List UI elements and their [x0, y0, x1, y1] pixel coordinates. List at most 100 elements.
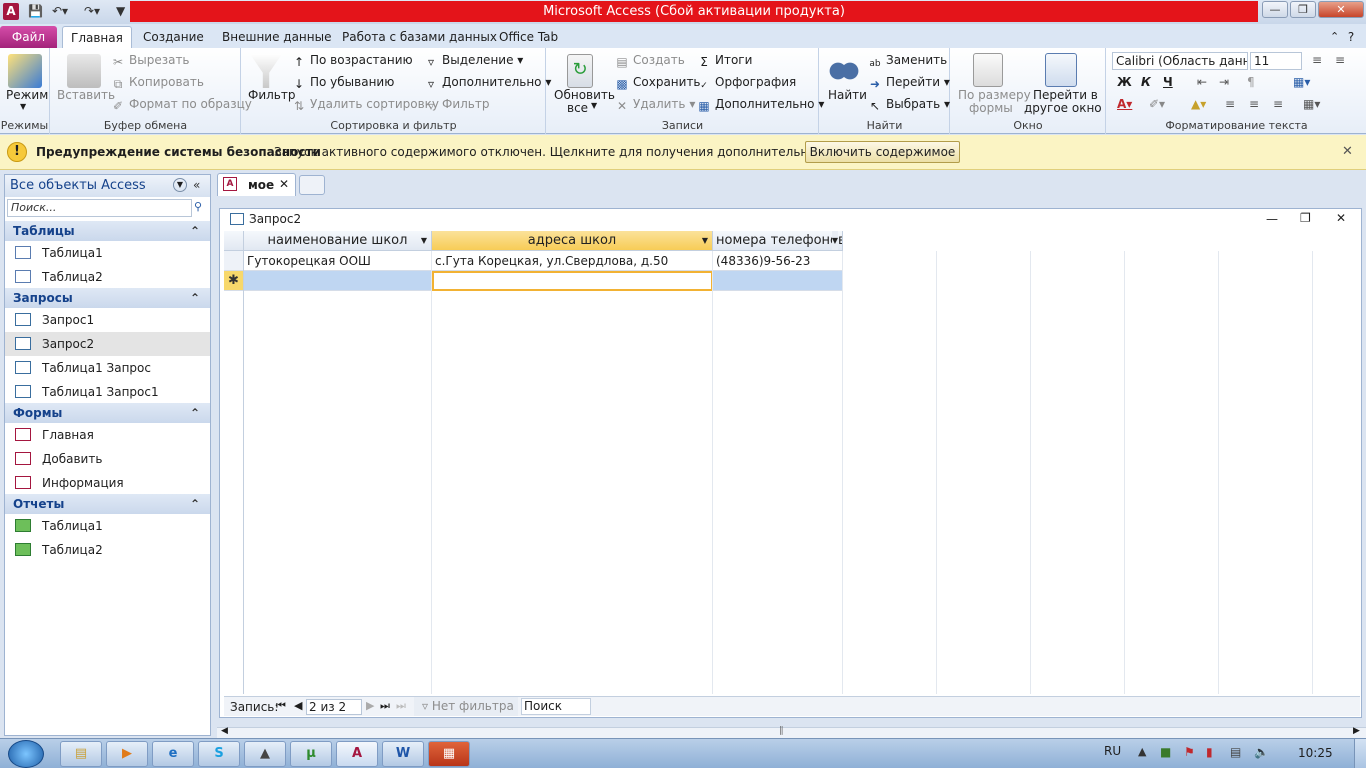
nav-item-table1-query[interactable]: Таблица1 Запрос — [5, 356, 210, 380]
clock[interactable]: 10:25 — [1298, 746, 1333, 760]
fit-form-label2[interactable]: формы — [969, 101, 1013, 115]
paste-button[interactable]: Вставить — [57, 88, 115, 102]
nav-collapse-icon[interactable]: « — [193, 178, 200, 192]
new-tab-icon[interactable] — [299, 175, 325, 195]
find-button[interactable]: Найти — [828, 88, 867, 102]
remove-sort-button[interactable]: ⇅ Удалить сортировку — [292, 97, 439, 113]
font-color-icon[interactable]: A▾ — [1117, 97, 1132, 111]
close-button[interactable]: ✕ — [1318, 1, 1364, 18]
increase-indent-icon[interactable]: ⇥ — [1219, 75, 1229, 89]
refresh-dropdown-icon[interactable]: ▼ — [591, 101, 597, 110]
copy-button[interactable]: ⧉ Копировать — [111, 75, 204, 91]
media-player-icon[interactable]: ▶ — [106, 741, 148, 767]
nav-item-query1[interactable]: Запрос1 — [5, 308, 210, 332]
nav-item-report2[interactable]: Таблица2 — [5, 538, 210, 562]
gridlines-icon[interactable]: ▦▾ — [1293, 75, 1310, 89]
refresh-all-label[interactable]: все — [567, 101, 588, 115]
record-search-input[interactable]: Поиск — [521, 698, 591, 715]
selection-button[interactable]: ▿ Выделение ▾ — [424, 53, 523, 69]
cell-school-address[interactable]: с.Гута Корецкая, ул.Свердлова, д.50 — [432, 251, 713, 271]
undo-icon[interactable]: ↶▾ — [52, 3, 68, 20]
totals-button[interactable]: Σ Итоги — [697, 53, 752, 69]
query-close-button[interactable]: ✕ — [1336, 211, 1346, 225]
filter-button[interactable]: Фильтр — [248, 88, 295, 102]
tray-app-icon[interactable]: ■ — [1160, 745, 1171, 759]
filter-status[interactable]: ▿ Нет фильтра — [414, 697, 518, 716]
nav-item-query2[interactable]: Запрос2 — [5, 332, 210, 356]
alternate-row-color-icon[interactable]: ▦▾ — [1303, 97, 1320, 111]
decrease-indent-icon[interactable]: ⇤ — [1197, 75, 1207, 89]
doc-tab[interactable]: A мое ✕ — [217, 173, 296, 196]
save-record-button[interactable]: ▩ Сохранить — [615, 75, 700, 91]
access-taskbar-icon[interactable]: A — [336, 741, 378, 767]
query-restore-button[interactable]: ❐ — [1300, 211, 1311, 225]
more-records-button[interactable]: ▦ Дополнительно ▾ — [697, 97, 824, 113]
select-button[interactable]: ↖ Выбрать ▾ — [868, 97, 950, 113]
nav-item-table2[interactable]: Таблица2 — [5, 265, 210, 289]
redo-icon[interactable]: ↷▾ — [84, 3, 100, 20]
column-header-phone[interactable]: номера телефонов ▼ — [713, 231, 843, 251]
format-painter-button[interactable]: ✐ Формат по образцу — [111, 97, 252, 113]
nav-group-reports[interactable]: Отчеты ⌃ — [5, 494, 210, 514]
word-icon[interactable]: W — [382, 741, 424, 767]
nav-item-form-add[interactable]: Добавить — [5, 447, 210, 471]
nav-item-table1-query1[interactable]: Таблица1 Запрос1 — [5, 380, 210, 404]
toggle-filter-button[interactable]: ▿ Фильтр — [424, 97, 490, 113]
nav-item-report1[interactable]: Таблица1 — [5, 514, 210, 538]
nav-menu-chevron-icon[interactable]: ▼ — [173, 178, 187, 192]
tray-flag-icon[interactable]: ⚑ — [1184, 745, 1195, 759]
new-row-cell-name[interactable] — [244, 271, 432, 291]
scroll-right-icon[interactable]: ▶ — [1353, 726, 1360, 736]
new-row-cell-phone[interactable] — [713, 271, 843, 291]
search-icon[interactable]: ⚲ — [194, 200, 202, 213]
column-dropdown-icon[interactable]: ▼ — [702, 231, 708, 250]
paragraph-icon[interactable]: ¶ — [1247, 75, 1255, 89]
close-warning-icon[interactable]: ✕ — [1342, 144, 1353, 159]
nav-search-input[interactable]: Поиск... — [7, 199, 192, 217]
help-icon[interactable]: ? — [1340, 26, 1362, 48]
row-selector[interactable] — [224, 251, 244, 271]
tab-external-data[interactable]: Внешние данные — [214, 26, 339, 48]
show-desktop-button[interactable] — [1354, 739, 1366, 768]
font-name-select[interactable]: Calibri (Область данных) — [1112, 52, 1248, 70]
first-record-icon[interactable]: ⏮ — [276, 699, 286, 713]
font-size-select[interactable]: 11 — [1250, 52, 1302, 70]
nav-group-tables[interactable]: Таблицы ⌃ — [5, 221, 210, 241]
new-record-star-icon[interactable]: ✱ — [224, 271, 244, 291]
query-minimize-button[interactable]: — — [1266, 212, 1278, 226]
switch-windows-label2[interactable]: другое окно — [1024, 101, 1102, 115]
new-record-button[interactable]: ▤ Создать — [615, 53, 685, 69]
nav-group-queries[interactable]: Запросы ⌃ — [5, 288, 210, 308]
scroll-left-icon[interactable]: ◀ — [221, 726, 228, 736]
skype-icon[interactable]: S — [198, 741, 240, 767]
nav-item-form-info[interactable]: Информация — [5, 471, 210, 495]
next-record-icon[interactable]: ▶ — [366, 699, 374, 712]
enable-content-button[interactable]: Включить содержимое — [805, 141, 960, 163]
nav-item-form-main[interactable]: Главная — [5, 423, 210, 447]
qat-customize-icon[interactable]: ▼ — [116, 3, 125, 20]
spelling-button[interactable]: ✓ Орфография — [697, 75, 796, 93]
new-row-cell-address[interactable] — [432, 271, 713, 291]
volume-icon[interactable]: 🔈 — [1254, 745, 1269, 759]
cell-phone[interactable]: (48336)9-56-23 — [713, 251, 843, 271]
ie-icon[interactable]: e — [152, 741, 194, 767]
italic-button[interactable]: К — [1141, 75, 1151, 89]
align-left-icon[interactable]: ≡ — [1225, 97, 1235, 111]
tab-create[interactable]: Создание — [135, 26, 212, 48]
align-center-icon[interactable]: ≡ — [1249, 97, 1259, 111]
start-button[interactable] — [8, 740, 44, 768]
bold-button[interactable]: Ж — [1117, 75, 1132, 89]
delete-record-button[interactable]: ✕ Удалить ▾ — [615, 97, 695, 113]
tab-database-tools[interactable]: Работа с базами данных — [334, 26, 505, 48]
nav-item-table1[interactable]: Таблица1 — [5, 241, 210, 265]
column-header-school-address[interactable]: адреса школ ▼ — [432, 231, 713, 251]
save-icon[interactable]: 💾 — [28, 3, 43, 20]
select-all-corner[interactable] — [224, 231, 244, 251]
bullets-icon[interactable]: ≡ — [1312, 53, 1322, 67]
language-indicator[interactable]: RU — [1104, 744, 1121, 758]
tab-file[interactable]: Файл — [0, 26, 57, 48]
utorrent-icon[interactable]: μ — [290, 741, 332, 767]
cut-button[interactable]: ✂ Вырезать — [111, 53, 190, 69]
advanced-filter-button[interactable]: ▿ Дополнительно ▾ — [424, 75, 551, 91]
minimize-button[interactable]: — — [1262, 1, 1288, 18]
